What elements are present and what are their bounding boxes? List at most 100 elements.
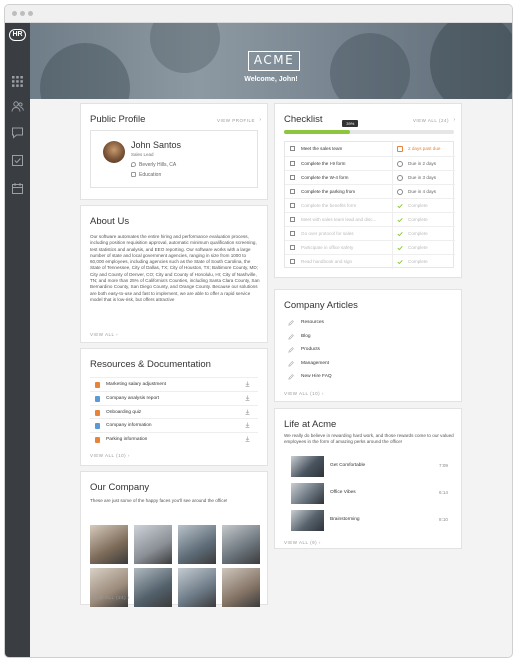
sidebar: HR xyxy=(5,23,30,657)
resource-row[interactable]: Parking information xyxy=(90,432,258,446)
pencil-icon xyxy=(288,320,294,326)
task-label: Meet with sales team lead and disc... xyxy=(301,217,377,222)
article-link[interactable]: Management xyxy=(284,357,454,371)
view-profile-link[interactable]: VIEW PROFILE xyxy=(217,118,255,123)
download-icon[interactable] xyxy=(245,436,250,443)
clock-icon xyxy=(397,174,403,181)
check-icon xyxy=(397,217,403,222)
progress-bar: 39% xyxy=(284,120,454,134)
company-photo[interactable] xyxy=(90,525,128,564)
life-intro: We really do believe in rewarding hard w… xyxy=(284,433,454,445)
hero-photo-shape xyxy=(430,23,512,99)
download-icon[interactable] xyxy=(245,381,250,387)
video-thumbnail[interactable] xyxy=(291,456,324,477)
profile-summary: John Santos Sales Lead Beverly Hills, CA… xyxy=(90,130,258,188)
checkbox[interactable] xyxy=(290,189,295,194)
card-title: Our Company xyxy=(90,482,150,493)
resource-row[interactable]: Onboarding quiz xyxy=(90,404,258,419)
company-photo[interactable] xyxy=(90,568,128,607)
view-all-link[interactable]: VIEW ALL (24) › xyxy=(90,595,130,600)
column-divider xyxy=(392,241,393,255)
video-duration: 6:14 xyxy=(439,490,448,495)
task-status: Due in 3 days xyxy=(408,175,437,180)
chevron-right-icon: › xyxy=(320,391,324,396)
resource-row[interactable]: Marketing salary adjustment xyxy=(90,377,258,391)
checklist-item[interactable]: Complete the I-9 form Due in 2 days xyxy=(285,156,455,171)
checklist-item[interactable]: Meet with sales team lead and disc... Com… xyxy=(285,212,455,227)
download-icon[interactable] xyxy=(245,395,250,401)
pencil-icon xyxy=(288,360,294,367)
document-icon xyxy=(95,382,100,388)
checkbox[interactable] xyxy=(290,175,295,180)
window-dot xyxy=(28,11,33,16)
checklist-item[interactable]: Participate in office safety Complete xyxy=(285,240,455,255)
checklist-item[interactable]: Meet the sales team 2 days past due xyxy=(285,142,455,156)
public-profile-card: Public Profile VIEW PROFILE › John Santo… xyxy=(80,103,268,200)
card-title: Company Articles xyxy=(284,300,358,311)
card-title: Resources & Documentation xyxy=(90,359,211,370)
checkbox[interactable] xyxy=(290,203,295,208)
checklist-item[interactable]: Read handbook and sign Complete xyxy=(285,254,455,269)
view-all-link[interactable]: VIEW ALL (9) › xyxy=(284,540,321,545)
company-photo[interactable] xyxy=(134,525,172,564)
checklist-item[interactable]: Go over protocol for sales Complete xyxy=(285,226,455,241)
checkbox-icon[interactable] xyxy=(11,154,24,167)
company-photo[interactable] xyxy=(134,568,172,607)
check-icon xyxy=(397,231,403,236)
company-photo[interactable] xyxy=(178,525,216,564)
pencil-icon xyxy=(288,374,294,380)
location-icon xyxy=(131,162,136,167)
card-title: Public Profile xyxy=(90,114,146,125)
video-item[interactable]: Office Vibes 6:14 xyxy=(284,482,454,510)
task-status: Due in 2 days xyxy=(408,161,437,166)
chevron-right-icon: › xyxy=(317,540,321,545)
checkbox[interactable] xyxy=(290,231,295,236)
profile-role: Sales Lead xyxy=(131,152,154,157)
people-icon[interactable] xyxy=(11,100,24,113)
checkbox[interactable] xyxy=(290,259,295,264)
column-divider xyxy=(392,157,393,171)
article-link[interactable]: New Hire FAQ xyxy=(284,370,454,384)
article-link[interactable]: Blog xyxy=(284,330,454,344)
article-link[interactable]: Products xyxy=(284,343,454,357)
view-all-link[interactable]: VIEW ALL (10) › xyxy=(284,391,324,396)
column-divider xyxy=(392,185,393,199)
view-all-link[interactable]: VIEW ALL (10) › xyxy=(90,453,130,458)
download-icon[interactable] xyxy=(245,409,250,415)
company-photo[interactable] xyxy=(222,525,260,564)
hr-logo[interactable]: HR xyxy=(9,29,26,41)
view-all-link[interactable]: VIEW ALL (24) xyxy=(413,118,449,123)
checkbox[interactable] xyxy=(290,245,295,250)
task-status: Complete xyxy=(408,245,428,250)
grid-icon[interactable] xyxy=(11,75,24,88)
resource-row[interactable]: Company analysis report xyxy=(90,390,258,405)
card-title: Checklist xyxy=(284,114,323,125)
task-label: Complete the W-4 form xyxy=(301,175,349,180)
company-photo[interactable] xyxy=(222,568,260,607)
checkbox[interactable] xyxy=(290,217,295,222)
column-divider xyxy=(392,213,393,227)
checkbox[interactable] xyxy=(290,161,295,166)
video-item[interactable]: Get Comfortable 7:09 xyxy=(284,455,454,483)
checklist-item[interactable]: Complete the parking from Due in 4 days xyxy=(285,184,455,199)
chevron-right-icon: › xyxy=(126,595,130,600)
view-all-link[interactable]: VIEW ALL › xyxy=(90,332,118,337)
video-thumbnail[interactable] xyxy=(291,483,324,504)
our-company-card: Our Company These are just some of the h… xyxy=(80,471,268,607)
company-photo[interactable] xyxy=(178,568,216,607)
download-icon[interactable] xyxy=(245,422,250,429)
video-thumbnail[interactable] xyxy=(291,510,324,531)
checkbox[interactable] xyxy=(290,146,295,151)
card-title: Life at Acme xyxy=(284,419,337,430)
resource-row[interactable]: Company information xyxy=(90,418,258,432)
article-link[interactable]: Resources xyxy=(284,316,454,330)
checklist-item[interactable]: Complete the benefits form Complete xyxy=(285,198,455,213)
checklist-item[interactable]: Complete the W-4 form Due in 3 days xyxy=(285,170,455,185)
chat-icon[interactable] xyxy=(11,126,24,139)
avatar[interactable] xyxy=(103,141,125,163)
resource-label: Company analysis report xyxy=(106,395,160,401)
video-item[interactable]: Brainstorming 8:10 xyxy=(284,509,454,537)
article-label: Blog xyxy=(301,333,311,339)
check-icon xyxy=(397,259,403,264)
calendar-icon[interactable] xyxy=(11,182,24,195)
